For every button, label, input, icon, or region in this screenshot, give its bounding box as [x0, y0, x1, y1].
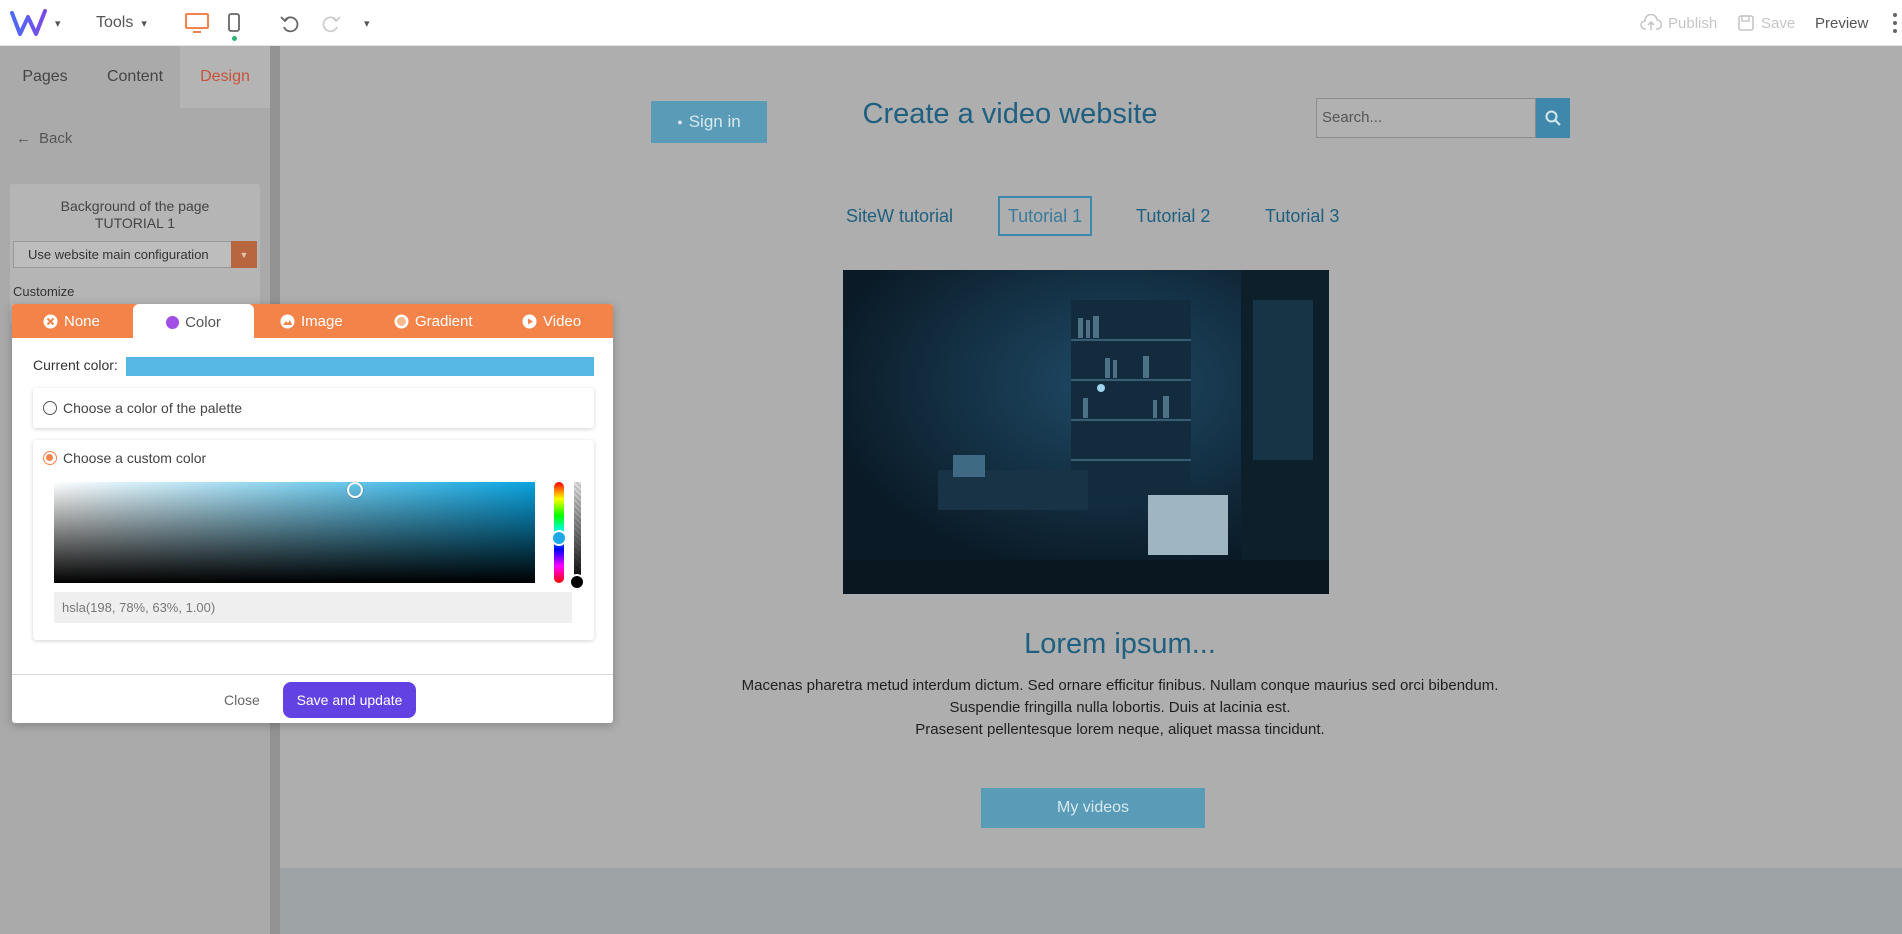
tab-pages[interactable]: Pages	[0, 46, 90, 108]
tab-video[interactable]: Video	[522, 304, 581, 338]
redo-icon	[322, 16, 341, 33]
mobile-icon	[228, 13, 240, 32]
current-color-label: Current color:	[33, 357, 118, 373]
select-arrow-icon: ▼	[231, 241, 257, 268]
modal-divider	[12, 674, 613, 675]
custom-option-label: Choose a custom color	[63, 450, 207, 466]
sv-handle[interactable]	[347, 482, 363, 498]
tab-image[interactable]: Image	[280, 304, 343, 338]
hue-handle[interactable]	[551, 530, 567, 546]
custom-color-option: Choose a custom color hsla(198, 78%, 63%…	[33, 440, 594, 640]
paragraph-line: Prasesent pellentesque lorem neque, aliq…	[915, 721, 1325, 738]
tools-label: Tools	[96, 14, 134, 31]
more-menu-button[interactable]	[1890, 0, 1900, 46]
publish-button[interactable]: Publish	[1640, 0, 1717, 46]
gradient-icon	[394, 314, 409, 328]
sidebar-tabs: Pages Content Design	[0, 46, 270, 108]
section-heading: Lorem ipsum...	[1024, 628, 1216, 660]
nav-item-tutorial-1[interactable]: Tutorial 1	[998, 196, 1092, 236]
modal-tabs: None Color Image Gradient Video	[12, 304, 613, 340]
page-footer	[280, 868, 1902, 934]
save-button[interactable]: Save	[1737, 0, 1795, 46]
search-input[interactable]: Search...	[1316, 98, 1536, 138]
customize-label: Customize	[13, 284, 75, 299]
alpha-slider[interactable]	[569, 482, 585, 590]
dark-room-image	[843, 270, 1329, 594]
custom-radio[interactable]	[43, 451, 57, 465]
logo-chevron-down-icon[interactable]: ▾	[55, 0, 61, 46]
mobile-view-button[interactable]	[226, 0, 242, 46]
tab-color[interactable]: Color	[133, 304, 254, 340]
search-button[interactable]	[1536, 98, 1570, 138]
active-dot	[232, 36, 237, 41]
close-button[interactable]: Close	[224, 692, 260, 708]
top-toolbar: ▾ Tools ▾ ▾ Publish Save Preview	[0, 0, 1902, 46]
cloud-upload-icon	[1640, 14, 1662, 30]
nav-item-sitew-tutorial[interactable]: SiteW tutorial	[846, 196, 953, 236]
undo-icon	[280, 16, 299, 33]
background-settings-card: Background of the page TUTORIAL 1 Use we…	[10, 184, 260, 324]
sign-in-label: Sign in	[688, 112, 741, 131]
palette-option-label: Choose a color of the palette	[63, 400, 243, 416]
custom-option-header[interactable]: Choose a custom color	[43, 450, 206, 466]
redo-button[interactable]	[320, 0, 342, 46]
color-value-field[interactable]: hsla(198, 78%, 63%, 1.00)	[54, 592, 572, 623]
none-icon	[43, 314, 58, 328]
card-title-line2: TUTORIAL 1	[94, 215, 176, 231]
alpha-handle[interactable]	[569, 574, 585, 590]
sitew-logo[interactable]	[10, 0, 52, 46]
back-label: Back	[39, 130, 73, 147]
preview-label: Preview	[1815, 14, 1869, 32]
tab-none-label: None	[64, 312, 100, 330]
back-button[interactable]: ← Back	[16, 130, 72, 147]
desktop-icon	[185, 13, 209, 33]
nav-item-tutorial-3[interactable]: Tutorial 3	[1265, 196, 1339, 236]
arrow-left-icon: ←	[16, 130, 31, 147]
tab-image-label: Image	[301, 312, 343, 330]
image-icon	[280, 314, 295, 328]
w-logo-icon	[10, 9, 47, 36]
user-icon: ●	[677, 117, 683, 127]
background-config-select[interactable]: Use website main configuration ▼	[13, 241, 257, 268]
palette-color-option[interactable]: Choose a color of the palette	[33, 388, 594, 428]
tab-color-label: Color	[185, 313, 221, 331]
tab-video-label: Video	[543, 312, 582, 330]
tab-none[interactable]: None	[43, 304, 100, 338]
card-title-line1: Background of the page	[60, 198, 210, 214]
tools-menu[interactable]: Tools ▾	[96, 0, 147, 46]
saturation-value-picker[interactable]	[54, 482, 535, 583]
hue-slider[interactable]	[551, 482, 567, 583]
select-value: Use website main configuration	[28, 247, 209, 262]
palette-radio[interactable]	[43, 401, 57, 415]
color-dot-icon	[166, 315, 180, 329]
tab-content[interactable]: Content	[90, 46, 180, 108]
floppy-icon	[1738, 15, 1754, 31]
chevron-down-icon: ▾	[141, 17, 147, 30]
section-paragraph: Macenas pharetra metud interdum dictum. …	[640, 675, 1600, 741]
current-color-swatch	[126, 357, 594, 376]
tab-gradient-label: Gradient	[415, 312, 473, 330]
preview-button[interactable]: Preview	[1815, 0, 1868, 46]
search-icon	[1545, 110, 1561, 126]
background-color-modal: None Color Image Gradient Video Current …	[12, 304, 613, 723]
save-label: Save	[1761, 14, 1796, 32]
card-title: Background of the page TUTORIAL 1	[10, 198, 260, 232]
sign-in-button[interactable]: ● Sign in	[651, 101, 767, 143]
site-title: Create a video website	[862, 98, 1158, 130]
desktop-view-button[interactable]	[184, 0, 210, 46]
tab-design[interactable]: Design	[180, 46, 270, 108]
hero-image[interactable]	[843, 270, 1329, 594]
history-chevron-down-icon[interactable]: ▾	[364, 0, 370, 46]
undo-button[interactable]	[279, 0, 301, 46]
publish-label: Publish	[1668, 14, 1718, 32]
play-icon	[522, 314, 537, 328]
save-and-update-button[interactable]: Save and update	[283, 682, 416, 718]
kebab-icon	[1893, 11, 1897, 35]
paragraph-line: Suspendie fringilla nulla lobortis. Duis…	[949, 699, 1291, 716]
my-videos-button[interactable]: My videos	[981, 788, 1205, 828]
tab-gradient[interactable]: Gradient	[394, 304, 473, 338]
paragraph-line: Macenas pharetra metud interdum dictum. …	[741, 677, 1499, 694]
nav-item-tutorial-2[interactable]: Tutorial 2	[1136, 196, 1210, 236]
